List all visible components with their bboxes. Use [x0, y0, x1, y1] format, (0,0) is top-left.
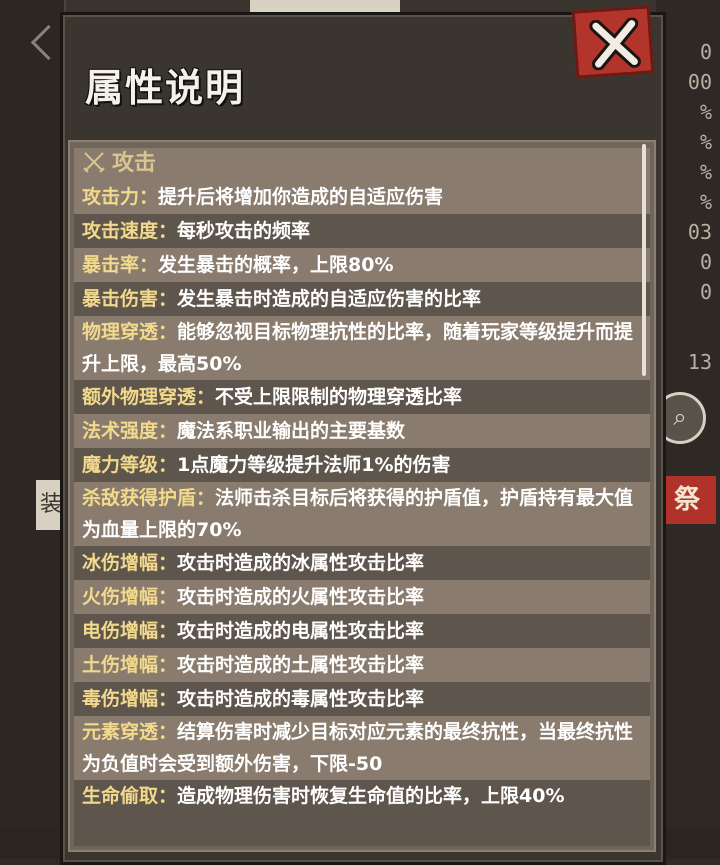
close-button[interactable] — [571, 5, 655, 79]
attribute-label: 毒伤增幅： — [82, 688, 178, 710]
stat-value: 0 — [699, 280, 712, 304]
stat-value: % — [699, 100, 712, 124]
stat-value: 03 — [687, 220, 712, 244]
attribute-label: 攻击速度： — [82, 220, 178, 242]
attribute-desc: 魔法系职业输出的主要基数 — [177, 420, 406, 442]
list-item: 电伤增幅：攻击时造成的电属性攻击比率 — [74, 614, 650, 648]
attribute-label: 额外物理穿透： — [82, 386, 216, 408]
stat-value: 00 — [687, 70, 712, 94]
attribute-desc: 攻击时造成的毒属性攻击比率 — [177, 688, 425, 710]
attribute-desc: 攻击时造成的电属性攻击比率 — [177, 620, 425, 642]
attribute-label: 生命偷取： — [82, 785, 178, 807]
attribute-desc: 每秒攻击的频率 — [177, 220, 311, 242]
list-item: 魔力等级：1点魔力等级提升法师1%的伤害 — [74, 448, 650, 482]
attribute-label: 暴击率： — [82, 254, 159, 276]
attribute-label: 电伤增幅： — [82, 620, 178, 642]
list-item: 额外物理穿透：不受上限限制的物理穿透比率 — [74, 380, 650, 414]
attribute-label: 土伤增幅： — [82, 654, 178, 676]
list-item: 暴击伤害：发生暴击时造成的自适应伤害的比率 — [74, 282, 650, 316]
attribute-desc: 1点魔力等级提升法师1%的伤害 — [177, 454, 451, 476]
close-x-icon — [589, 17, 641, 71]
list-item: 毒伤增幅：攻击时造成的毒属性攻击比率 — [74, 682, 650, 716]
attribute-label: 火伤增幅： — [82, 586, 178, 608]
stat-value: % — [699, 130, 712, 154]
attribute-desc: 攻击时造成的火属性攻击比率 — [177, 586, 425, 608]
attribute-label: 暴击伤害： — [82, 288, 178, 310]
attribute-desc: 不受上限限制的物理穿透比率 — [215, 386, 463, 408]
stat-value: 13 — [687, 350, 712, 374]
dialog-title: 属性说明 — [85, 66, 246, 110]
list-item: 土伤增幅：攻击时造成的土属性攻击比率 — [74, 648, 650, 682]
attribute-desc: 发生暴击时造成的自适应伤害的比率 — [177, 288, 482, 310]
attribute-list[interactable]: 攻击 攻击力：提升后将增加你造成的自适应伤害 攻击速度：每秒攻击的频率 暴击率：… — [68, 140, 656, 852]
stat-value: % — [699, 160, 712, 184]
list-item: 物理穿透：能够忽视目标物理抗性的比率，随着玩家等级提升而提升上限，最高50% — [74, 316, 650, 380]
attribute-label: 物理穿透： — [82, 321, 178, 343]
scrollbar[interactable] — [642, 144, 646, 376]
list-item: 火伤增幅：攻击时造成的火属性攻击比率 — [74, 580, 650, 614]
left-panel — [0, 0, 66, 859]
stat-value: 0 — [699, 40, 712, 64]
list-item: 元素穿透：结算伤害时减少目标对应元素的最终抗性，当最终抗性为负值时会受到额外伤害… — [74, 716, 650, 780]
list-item: 暴击率：发生暴击的概率，上限80% — [74, 248, 650, 282]
attribute-desc: 发生暴击的概率，上限80% — [158, 254, 394, 276]
list-item: 攻击力：提升后将增加你造成的自适应伤害 — [74, 180, 650, 214]
right-tab[interactable]: 祭 — [658, 476, 716, 524]
attribute-desc: 造成物理伤害时恢复生命值的比率，上限40% — [177, 785, 565, 807]
list-item: 杀敌获得护盾：法师击杀目标后将获得的护盾值，护盾持有最大值为血量上限的70% — [74, 482, 650, 546]
section-header-label: 攻击 — [112, 151, 157, 176]
section-header-attack: 攻击 — [74, 148, 650, 180]
list-item: 法术强度：魔法系职业输出的主要基数 — [74, 414, 650, 448]
attribute-desc: 攻击时造成的土属性攻击比率 — [177, 654, 425, 676]
stat-value: 0 — [699, 250, 712, 274]
attribute-label: 魔力等级： — [82, 454, 178, 476]
list-item: 冰伤增幅：攻击时造成的冰属性攻击比率 — [74, 546, 650, 580]
attribute-label: 杀敌获得护盾： — [82, 487, 216, 509]
attribute-desc: 提升后将增加你造成的自适应伤害 — [158, 186, 444, 208]
stat-value: % — [699, 190, 712, 214]
list-item: 生命偷取：造成物理伤害时恢复生命值的比率，上限40% — [74, 780, 650, 846]
attribute-label: 元素穿透： — [82, 721, 178, 743]
attribute-label: 法术强度： — [82, 420, 178, 442]
attribute-label: 冰伤增幅： — [82, 552, 178, 574]
attribute-label: 攻击力： — [82, 186, 159, 208]
attribute-desc: 攻击时造成的冰属性攻击比率 — [177, 552, 425, 574]
list-item: 攻击速度：每秒攻击的频率 — [74, 214, 650, 248]
crossed-swords-icon — [83, 152, 105, 173]
